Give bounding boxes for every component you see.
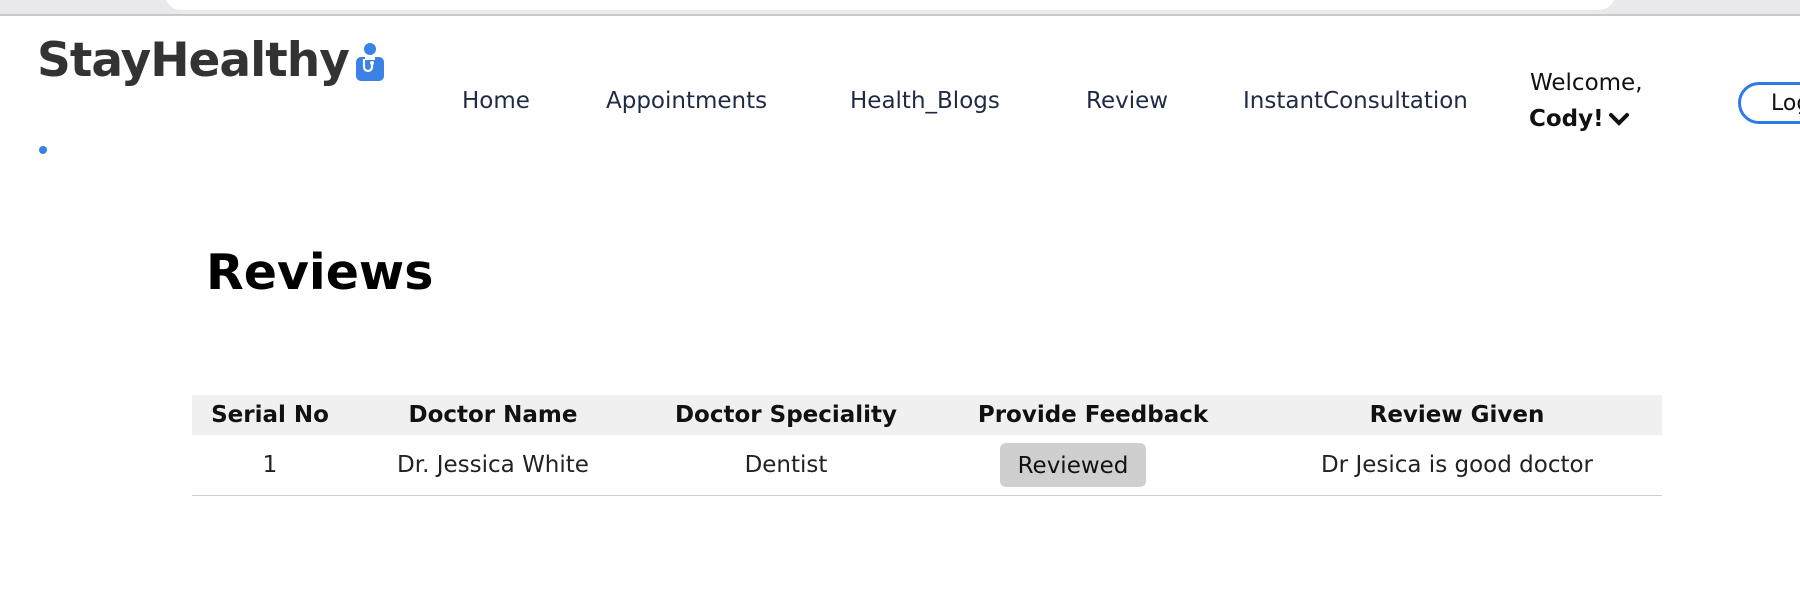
nav-bullet	[39, 146, 47, 154]
nav-instant-consultation[interactable]: InstantConsultation	[1243, 88, 1468, 114]
brand-logo[interactable]: StayHealthy	[37, 34, 387, 86]
cell-speciality: Dentist	[744, 451, 828, 478]
reviewed-button[interactable]: Reviewed	[999, 442, 1147, 487]
nav-appointments[interactable]: Appointments	[606, 88, 767, 114]
cell-review: Dr Jesica is good doctor	[1320, 451, 1594, 478]
header-provide-feedback: Provide Feedback	[977, 402, 1209, 428]
nav-home[interactable]: Home	[462, 88, 530, 114]
brand-name: StayHealthy	[37, 32, 350, 88]
browser-chrome	[0, 0, 1800, 16]
doctor-icon	[349, 34, 387, 86]
page-title: Reviews	[206, 244, 434, 301]
address-bar[interactable]	[165, 0, 1615, 10]
nav-health-blogs[interactable]: Health_Blogs	[850, 88, 1000, 114]
cell-doctor-name: Dr. Jessica White	[397, 451, 589, 478]
header-review-given: Review Given	[1369, 402, 1545, 428]
table-header-row: Serial No Doctor Name Doctor Speciality …	[192, 395, 1662, 435]
welcome-text: Welcome,	[1530, 70, 1643, 96]
header-doctor-name: Doctor Name	[408, 402, 578, 428]
nav-review[interactable]: Review	[1086, 88, 1168, 114]
header-doctor-speciality: Doctor Speciality	[674, 402, 898, 428]
table-row: 1 Dr. Jessica White Dentist Reviewed Dr …	[192, 435, 1662, 495]
header-serial-no: Serial No	[211, 402, 329, 428]
cell-serial: 1	[262, 451, 278, 478]
reviews-table: Serial No Doctor Name Doctor Speciality …	[192, 395, 1662, 496]
user-name: Cody!	[1529, 106, 1604, 132]
user-menu[interactable]: Cody!	[1529, 106, 1630, 132]
chevron-down-icon	[1608, 113, 1629, 126]
logout-button[interactable]: Log	[1738, 82, 1800, 124]
cell-feedback: Reviewed	[934, 435, 1252, 495]
